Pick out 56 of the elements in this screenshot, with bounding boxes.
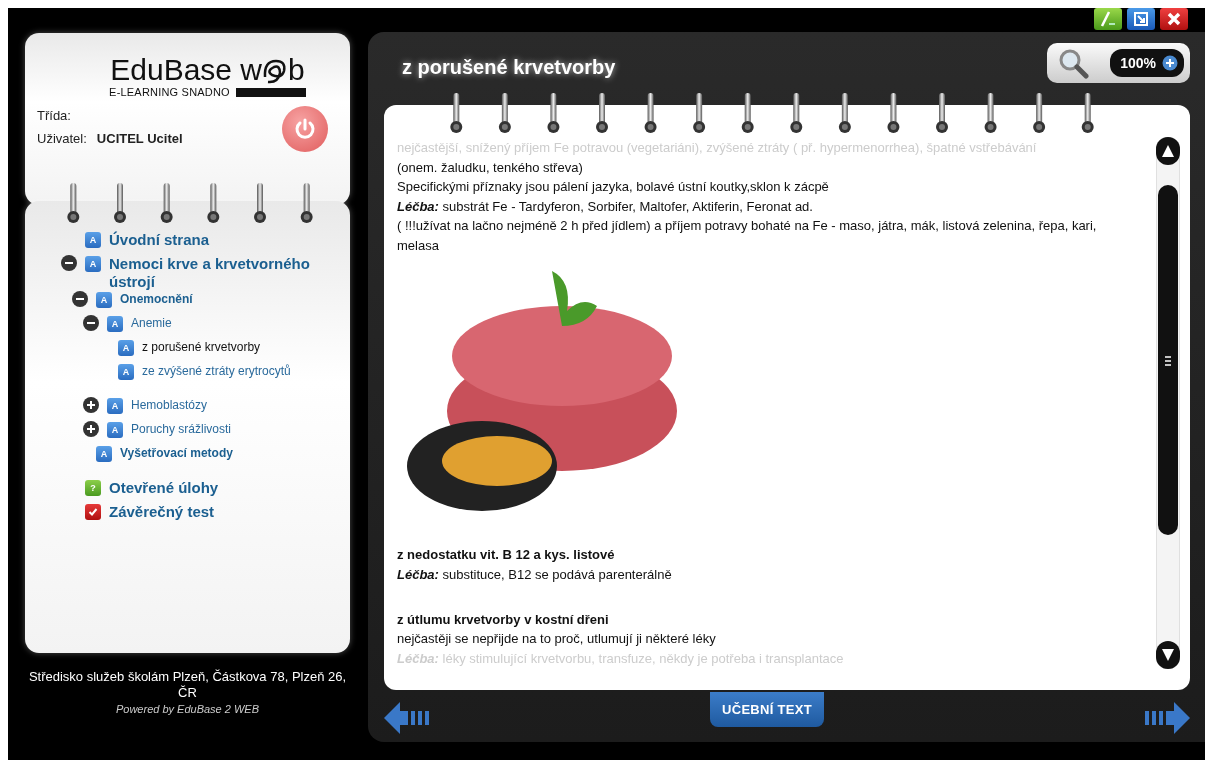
nav-item[interactable]: z porušené krvetvorby [142, 339, 261, 356]
page-badge: A [107, 422, 123, 438]
logo-text: EduBase w [110, 55, 263, 85]
section-heading: z útlumu krvetvorby v kostní dřeni [397, 610, 610, 629]
resize-icon[interactable] [1127, 8, 1155, 30]
nav-item[interactable]: Úvodní strana [109, 231, 329, 249]
checkmark-icon [85, 504, 101, 520]
body-text: nejčastěji se nepřijde na to proč, utlumují ji některé léky [397, 630, 717, 648]
page-badge: A [85, 256, 101, 272]
learning-text-tab[interactable]: UČEBNÍ TEXT [710, 692, 824, 727]
page-badge: A [96, 446, 112, 462]
nav-item[interactable]: Poruchy srážlivosti [131, 421, 232, 438]
page-badge: A [118, 340, 134, 356]
scrollbar[interactable] [1156, 137, 1180, 669]
powered-by-text: Powered by EduBase 2 WEB [114, 702, 261, 717]
body-text: Léčba: substrát Fe - Tardyferon, Sorbifer, Maltofer, Aktiferin, Feronat ad. [397, 197, 814, 216]
pen-icon[interactable] [1094, 8, 1122, 30]
logo-text: b [288, 55, 305, 85]
close-icon[interactable] [1160, 8, 1188, 30]
page-badge: A [118, 364, 134, 380]
body-text: Specifickými příznaky jsou pálení jazyka, bolavé ústní koutky,sklon k zácpě [397, 178, 830, 196]
collapse-toggle-icon[interactable] [72, 291, 88, 307]
zoom-in-icon[interactable] [1162, 54, 1178, 71]
class-label: Třída: [37, 108, 72, 123]
collapse-toggle-icon[interactable] [83, 315, 99, 331]
address-text: Středisko služeb školám Plzeň, Částkova 78, Plzeň 26, ČR [27, 669, 348, 701]
zoom-value: 100% [1120, 54, 1156, 71]
logo-tagline: E-LEARNING SNADNO [109, 86, 230, 98]
body-text: Léčba: substituce, B12 se podává parenterálně [397, 565, 673, 584]
user-name: UCITEL Ucitel [96, 131, 183, 146]
power-icon[interactable] [282, 106, 328, 152]
nav-item[interactable]: Vyšetřovací metody [120, 445, 233, 462]
section-heading: z nedostatku vit. B 12 a kys. listové [397, 546, 616, 564]
logo-bar [235, 87, 306, 97]
page-title: z porušené krvetvorby [402, 56, 616, 79]
task-badge: ? [85, 480, 101, 496]
collapse-toggle-icon[interactable] [61, 255, 77, 271]
nav-item[interactable]: Nemoci krve a krvetvorného ústrojí [109, 255, 329, 291]
page-badge: A [85, 232, 101, 248]
expand-toggle-icon[interactable] [83, 421, 99, 437]
page-badge: A [96, 292, 112, 308]
nav-item[interactable]: Otevřené úlohy [109, 479, 329, 497]
user-label: Uživatel: [37, 131, 87, 146]
body-text: ( !!!užívat na lačno nejméně 2 h před jídlem) a příjem potravy bohaté na Fe - maso, játra, mák, listová zelenina, řepa, kari, melasa [397, 217, 1098, 255]
nav-item[interactable]: Hemoblastózy [131, 397, 208, 414]
logo-swirl-icon [262, 57, 289, 85]
body-text: (onem. žaludku, tenkého střeva) [397, 158, 584, 177]
previous-arrow-icon[interactable] [384, 702, 430, 734]
page-badge: A [107, 398, 123, 414]
nav-item[interactable]: Onemocnění [120, 291, 193, 308]
expand-toggle-icon[interactable] [83, 397, 99, 413]
next-arrow-icon[interactable] [1144, 702, 1190, 734]
nav-item[interactable]: Závěrečný test [109, 503, 329, 521]
nav-item[interactable]: Anemie [131, 315, 172, 332]
nav-item[interactable]: ze zvýšené ztráty erytrocytů [142, 363, 291, 380]
page-badge: A [107, 316, 123, 332]
